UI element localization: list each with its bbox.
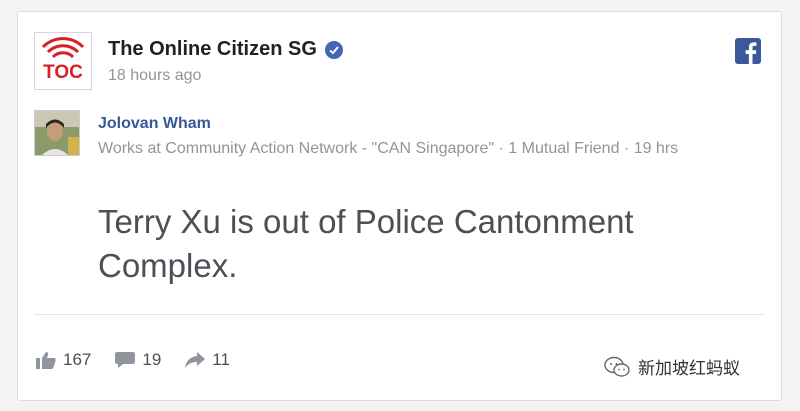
thumbs-up-icon: [36, 352, 56, 369]
facebook-icon[interactable]: [735, 38, 761, 64]
like-count: 167: [63, 350, 92, 369]
engagement-bar: 167 19 11: [36, 350, 254, 370]
logo-text: TOC: [43, 62, 83, 83]
author-name[interactable]: Jolovan Wham: [98, 115, 211, 133]
comment-stat[interactable]: 19: [115, 350, 161, 370]
watermark-text: 新加坡红蚂蚁: [638, 359, 740, 378]
share-arrow-icon: [185, 352, 206, 368]
wechat-icon: [604, 356, 630, 377]
author-meta: Works at Community Action Network - "CAN…: [98, 140, 679, 157]
share-count: 11: [212, 350, 230, 369]
comment-icon: [115, 352, 136, 368]
wechat-watermark: 新加坡红蚂蚁: [604, 354, 740, 379]
post-timestamp[interactable]: 18 hours ago: [108, 67, 201, 85]
like-stat[interactable]: 167: [36, 350, 91, 370]
wifi-signal-icon: TOC: [41, 37, 85, 83]
page-name-text[interactable]: The Online Citizen SG: [108, 38, 317, 61]
divider: [34, 314, 765, 315]
author-avatar[interactable]: [34, 110, 80, 156]
verified-badge-icon: [324, 40, 343, 59]
toc-logo[interactable]: TOC: [34, 32, 92, 90]
share-stat[interactable]: 11: [185, 350, 230, 370]
page-name[interactable]: The Online Citizen SG: [108, 38, 343, 61]
facebook-embed-card: TOC The Online Citizen SG 18 hours ago J…: [17, 11, 782, 401]
comment-count: 19: [142, 350, 162, 369]
status-text: Terry Xu is out of Police Cantonment Com…: [98, 203, 634, 284]
